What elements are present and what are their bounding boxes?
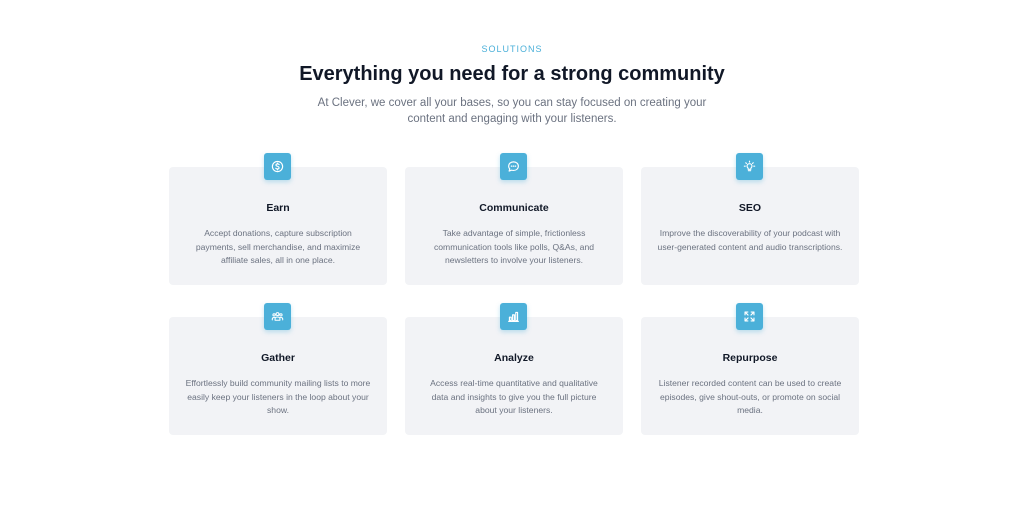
chat-bubble-icon xyxy=(500,153,527,180)
feature-description: Listener recorded content can be used to… xyxy=(658,378,842,416)
feature-description: Take advantage of simple, frictionless c… xyxy=(433,228,594,266)
feature-description: Effortlessly build community mailing lis… xyxy=(185,378,371,416)
feature-card-seo: SEO Improve the discoverability of your … xyxy=(641,153,859,285)
feature-description: Access real-time quantitative and qualit… xyxy=(430,378,598,416)
section-eyebrow: SOLUTIONS xyxy=(481,44,543,54)
section-subtitle: At Clever, we cover all your bases, so y… xyxy=(317,97,707,125)
feature-card-earn: Earn Accept donations, capture subscript… xyxy=(169,153,387,285)
feature-card-gather: Gather Effortlessly build community mail… xyxy=(169,303,387,435)
feature-title: Repurpose xyxy=(722,352,778,364)
expand-arrows-icon xyxy=(736,303,763,330)
dollar-coin-icon xyxy=(264,153,291,180)
solutions-section: SOLUTIONS Everything you need for a stro… xyxy=(0,0,1024,512)
lightbulb-icon xyxy=(736,153,763,180)
feature-title: SEO xyxy=(738,202,762,214)
user-group-icon xyxy=(264,303,291,330)
feature-title: Gather xyxy=(261,352,295,364)
feature-card-analyze: Analyze Access real-time quantitative an… xyxy=(405,303,623,435)
feature-description: Accept donations, capture subscription p… xyxy=(195,228,361,266)
section-headline: Everything you need for a strong communi… xyxy=(299,63,725,85)
feature-card-repurpose: Repurpose Listener recorded content can … xyxy=(641,303,859,435)
features-grid: Earn Accept donations, capture subscript… xyxy=(169,153,859,435)
feature-title: Earn xyxy=(266,202,290,214)
feature-card-communicate: Communicate Take advantage of simple, fr… xyxy=(405,153,623,285)
feature-title: Communicate xyxy=(479,202,549,214)
bar-chart-icon xyxy=(500,303,527,330)
feature-description: Improve the discoverability of your podc… xyxy=(657,228,843,252)
feature-title: Analyze xyxy=(494,352,534,364)
